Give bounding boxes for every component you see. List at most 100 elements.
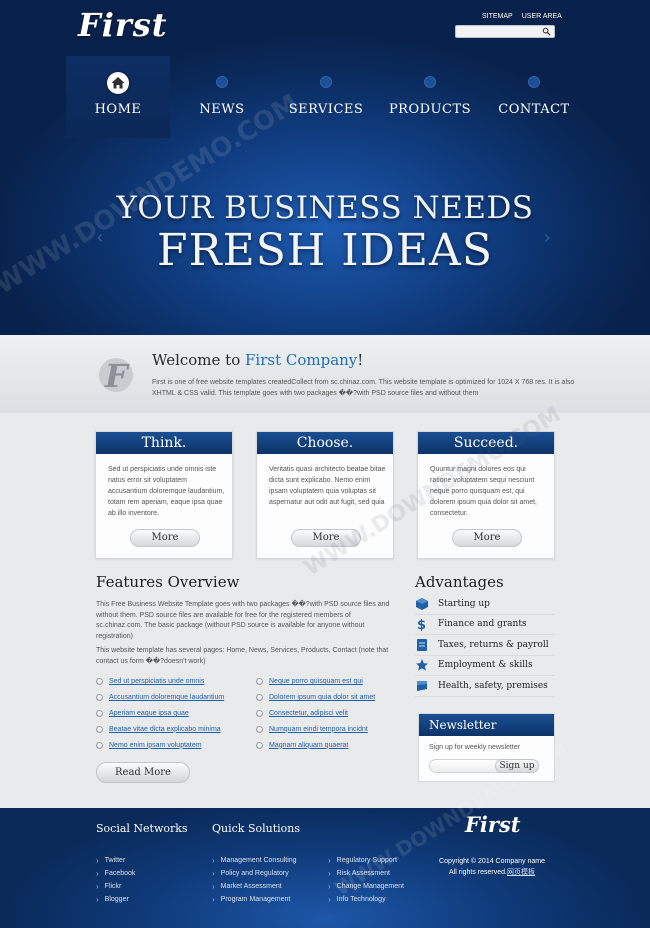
- advantage-item-taxes[interactable]: Taxes, returns & payroll: [415, 635, 555, 656]
- list-item: Magnam aliquam quaerat: [256, 737, 375, 753]
- copyright: Copyright © 2014 Company name All rights…: [432, 856, 552, 878]
- nav-label: CONTACT: [498, 102, 570, 117]
- footer: Social Networks Twitter Facebook Flickr …: [0, 808, 650, 928]
- star-icon: [415, 658, 429, 672]
- dollar-icon: $: [415, 617, 429, 631]
- footer-link[interactable]: Info Technology: [328, 893, 404, 906]
- nav-label: HOME: [94, 102, 142, 117]
- welcome-text: First is one of free website templates c…: [152, 379, 575, 397]
- welcome-title: Welcome to First Company!: [152, 351, 364, 369]
- features-list-left: Sed ut perspiciatis unde omnis Accusanti…: [96, 674, 224, 753]
- feature-link[interactable]: Aperiam eaque ipsa quae: [109, 710, 189, 717]
- nav-item-news[interactable]: NEWS: [170, 56, 274, 138]
- site-logo[interactable]: First: [78, 6, 168, 44]
- user-area-link[interactable]: USER AREA: [522, 13, 562, 20]
- list-item: Neque porro quisquam est qui: [256, 674, 375, 690]
- nav-item-contact[interactable]: CONTACT: [482, 56, 586, 138]
- bullet-icon: [256, 694, 263, 702]
- bullet-icon: [96, 725, 103, 733]
- feature-link[interactable]: Beatae vitae dicta explicabo minima: [109, 726, 221, 733]
- feature-link[interactable]: Consectetur, adipisci velit: [269, 710, 348, 717]
- main-nav: HOME NEWS SERVICES PRODUCTS CONTACT: [66, 56, 586, 138]
- read-more-button[interactable]: Read More: [96, 762, 190, 783]
- footer-link[interactable]: Policy and Regulatory: [212, 867, 297, 880]
- box-title: Succeed.: [418, 432, 554, 454]
- contact-icon: [528, 76, 540, 88]
- feature-link[interactable]: Nemo enim ipsam voluptatem: [109, 742, 202, 749]
- nav-label: NEWS: [199, 102, 245, 117]
- more-button[interactable]: More: [452, 529, 522, 547]
- products-icon: [424, 76, 436, 88]
- footer-link[interactable]: Change Management: [328, 880, 404, 893]
- hero-headline: YOUR BUSINESS NEEDS: [116, 190, 534, 226]
- bullet-icon: [96, 741, 103, 749]
- home-icon: [107, 72, 129, 94]
- cube-icon: [415, 597, 429, 611]
- advantage-item-employment[interactable]: Employment & skills: [415, 656, 555, 676]
- social-link-twitter[interactable]: Twitter: [96, 854, 135, 867]
- search-icon[interactable]: [542, 27, 551, 36]
- newsletter-box: Newsletter Sign up for weekly newsletter…: [418, 713, 555, 782]
- list-item: Numquam eindi tempora incidnt: [256, 721, 375, 737]
- list-item: Aperiam eaque ipsa quae: [96, 706, 224, 722]
- bullet-icon: [96, 678, 103, 686]
- rights-text: All rights reserved.网页模板: [449, 869, 535, 876]
- nav-item-services[interactable]: SERVICES: [274, 56, 378, 138]
- newsletter-text: Sign up for weekly newsletter: [429, 744, 521, 751]
- box-text: Sed ut perspiciatis unde omnis iste natu…: [108, 466, 225, 517]
- list-item: Beatae vitae dicta explicabo minima: [96, 721, 224, 737]
- box-think: Think. Sed ut perspiciatis unde omnis is…: [95, 431, 233, 559]
- features-paragraph-2: This website template has several pages:…: [96, 647, 389, 665]
- features-title: Features Overview: [96, 573, 240, 591]
- feature-link[interactable]: Dolorem ipsum quia dolor sit amet: [269, 694, 375, 701]
- social-link-blogger[interactable]: Blogger: [96, 893, 135, 906]
- rights-link[interactable]: 网页模板: [507, 869, 535, 876]
- nav-item-products[interactable]: PRODUCTS: [378, 56, 482, 138]
- sitemap-link[interactable]: SITEMAP: [482, 13, 513, 20]
- nav-label: SERVICES: [288, 102, 364, 117]
- more-button[interactable]: More: [291, 529, 361, 547]
- nav-label: PRODUCTS: [388, 102, 472, 117]
- social-link-facebook[interactable]: Facebook: [96, 867, 136, 880]
- social-link-flickr[interactable]: Flickr: [96, 880, 135, 893]
- footer-link[interactable]: Program Management: [212, 893, 297, 906]
- box-text: Quuntur magni dolores eos qui ratione vo…: [430, 466, 537, 517]
- footer-logo[interactable]: First: [465, 812, 520, 837]
- receipt-icon: [415, 638, 429, 652]
- list-item: Consectetur, adipisci velit: [256, 706, 375, 722]
- list-item: Sed ut perspiciatis unde omnis: [96, 674, 224, 690]
- bullet-icon: [256, 709, 263, 717]
- search-input[interactable]: [459, 27, 539, 37]
- hero-subheadline: FRESH IDEAS: [157, 225, 493, 276]
- advantage-item-finance[interactable]: $ Finance and grants: [415, 615, 555, 635]
- feature-link[interactable]: Accusantium doloremque laudantium: [109, 694, 224, 701]
- footer-link[interactable]: Management Consulting: [212, 854, 297, 867]
- advantage-item-health[interactable]: Health, safety, premises: [415, 676, 555, 697]
- box-choose: Choose. Veritatis quasi architecto beata…: [256, 431, 394, 559]
- features-paragraph-1: This Free Business Website Template goes…: [96, 601, 390, 640]
- feature-link[interactable]: Sed ut perspiciatis unde omnis: [109, 678, 204, 685]
- more-button[interactable]: More: [130, 529, 200, 547]
- footer-link[interactable]: Risk Assessment: [328, 867, 404, 880]
- feature-boxes: Think. Sed ut perspiciatis unde omnis is…: [95, 431, 555, 559]
- advantages-list: Starting up $ Finance and grants Taxes, …: [415, 594, 555, 697]
- footer-link[interactable]: Market Assessment: [212, 880, 297, 893]
- header: First SITEMAP USER AREA HOME NEWS SERVIC…: [0, 0, 650, 335]
- feature-link[interactable]: Magnam aliquam quaerat: [269, 742, 348, 749]
- social-links: Twitter Facebook Flickr Blogger: [96, 854, 136, 906]
- advantage-item-starting-up[interactable]: Starting up: [415, 594, 555, 615]
- quick-solutions-title: Quick Solutions: [212, 822, 300, 835]
- nav-item-home[interactable]: HOME: [66, 56, 170, 138]
- bullet-icon: [256, 725, 263, 733]
- features-list-right: Neque porro quisquam est qui Dolorem ips…: [256, 674, 375, 753]
- box-title: Think.: [96, 432, 232, 454]
- box-succeed: Succeed. Quuntur magni dolores eos qui r…: [417, 431, 555, 559]
- bullet-icon: [96, 694, 103, 702]
- feature-link[interactable]: Numquam eindi tempora incidnt: [269, 726, 368, 733]
- feature-link[interactable]: Neque porro quisquam est qui: [269, 678, 363, 685]
- sign-up-button[interactable]: Sign up: [495, 759, 539, 773]
- footer-link[interactable]: Regulatory Support: [328, 854, 404, 867]
- list-item: Dolorem ipsum quia dolor sit amet: [256, 690, 375, 706]
- svg-text:F: F: [104, 357, 130, 395]
- list-item: Accusantium doloremque laudantium: [96, 690, 224, 706]
